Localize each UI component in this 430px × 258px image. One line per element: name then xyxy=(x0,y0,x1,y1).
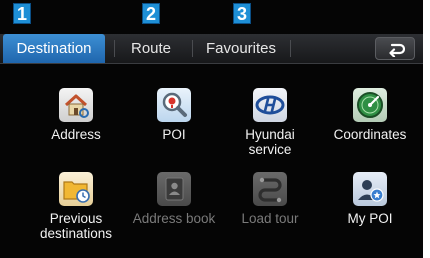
tab-divider xyxy=(114,40,115,57)
hyundai-logo-icon xyxy=(253,88,287,122)
poi-magnifier-icon xyxy=(157,88,191,122)
folder-clock-icon xyxy=(59,172,93,206)
menu-item-label: POI xyxy=(162,127,186,142)
menu-item-hyundai-service[interactable]: Hyundai service xyxy=(222,88,318,157)
house-icon xyxy=(59,88,93,122)
menu-item-label: Coordinates xyxy=(333,127,407,142)
back-arrow-icon xyxy=(389,43,405,57)
compass-icon xyxy=(353,88,387,122)
navigation-screen: 1 2 3 Destination Route Favourites Addre… xyxy=(0,0,423,258)
callout-badge-1: 1 xyxy=(13,3,31,24)
callout-badge-3: 3 xyxy=(233,3,251,24)
callout-badge-2: 2 xyxy=(142,3,160,24)
menu-item-coordinates[interactable]: Coordinates xyxy=(322,88,418,142)
menu-item-poi[interactable]: POI xyxy=(126,88,222,142)
my-poi-icon xyxy=(353,172,387,206)
address-book-icon xyxy=(157,172,191,206)
menu-item-address[interactable]: Address xyxy=(28,88,124,142)
tab-route[interactable]: Route xyxy=(120,34,182,63)
menu-item-label: Hyundai service xyxy=(245,127,295,157)
menu-item-label: Address book xyxy=(132,211,216,226)
tab-favourites[interactable]: Favourites xyxy=(198,34,284,63)
load-tour-icon xyxy=(253,172,287,206)
menu-item-my-poi[interactable]: My POI xyxy=(322,172,418,226)
back-button[interactable] xyxy=(375,37,415,60)
menu-item-previous-destinations[interactable]: Previous destinations xyxy=(28,172,124,241)
menu-item-label: My POI xyxy=(347,211,393,226)
tab-divider xyxy=(192,40,193,57)
menu-item-label: Previous destinations xyxy=(39,211,113,241)
tab-divider xyxy=(290,40,291,57)
menu-item-label: Load tour xyxy=(241,211,299,226)
menu-item-address-book[interactable]: Address book xyxy=(126,172,222,226)
tab-destination[interactable]: Destination xyxy=(3,34,105,63)
menu-item-label: Address xyxy=(51,127,101,142)
tab-bar: Destination Route Favourites xyxy=(0,34,423,64)
menu-item-load-tour[interactable]: Load tour xyxy=(222,172,318,226)
